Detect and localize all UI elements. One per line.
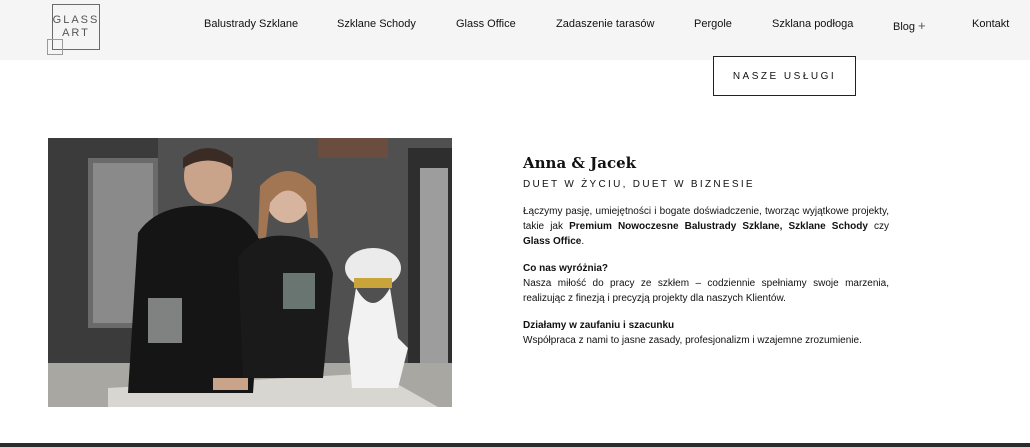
about-section: Anna & Jacek DUET W ŻYCIU, DUET W BIZNES… [523,154,889,348]
nav-item-zadaszenie-tarasow[interactable]: Zadaszenie tarasów [556,18,654,30]
block-text: Współpraca z nami to jasne zasady, profe… [523,335,862,346]
page: GLASS ART Balustrady Szklane Szklane Sch… [0,0,1030,447]
nav-item-szklana-podloga[interactable]: Szklana podłoga [772,18,853,30]
about-block-distinction: Co nas wyróżnia? Nasza miłość do pracy z… [523,261,889,306]
nav-item-szklane-schody[interactable]: Szklane Schody [337,18,416,30]
nav-item-kontakt[interactable]: Kontakt [972,18,1009,30]
nav-item-glass-office[interactable]: Glass Office [456,18,516,30]
intro-bold-2: Glass Office [523,236,582,247]
intro-part-3: . [581,236,585,247]
nav-item-balustrady-szklane[interactable]: Balustrady Szklane [204,18,298,30]
header: GLASS ART Balustrady Szklane Szklane Sch… [0,0,1030,60]
nasze-uslugi-button[interactable]: NASZE USŁUGI [713,56,856,96]
nav-item-blog-label: Blog [893,21,916,33]
intro-bold-1: Premium Nowoczesne Balustrady Szklane, S… [569,221,868,232]
nav-item-blog[interactable]: Blog + [893,18,926,33]
about-intro: Łączymy pasję, umiejętności i bogate doś… [523,204,889,249]
about-block-trust: Działamy w zaufaniu i szacunku Współprac… [523,318,889,348]
block-heading: Działamy w zaufaniu i szacunku [523,320,675,331]
about-title: Anna & Jacek [523,154,637,172]
about-subtitle: DUET W ŻYCIU, DUET W BIZNESIE [523,179,755,190]
team-photo-illustration [48,138,452,407]
intro-part-2: czy [867,221,890,232]
block-heading: Co nas wyróżnia? [523,263,609,274]
plus-icon[interactable]: + [918,18,926,33]
nav-item-pergole[interactable]: Pergole [694,18,732,30]
team-photo [48,138,452,407]
bottom-divider [0,443,1030,447]
main-nav: Balustrady Szklane Szklane Schody Glass … [0,0,1030,52]
block-text: Nasza miłość do pracy ze szkłem – codzie… [523,278,889,304]
